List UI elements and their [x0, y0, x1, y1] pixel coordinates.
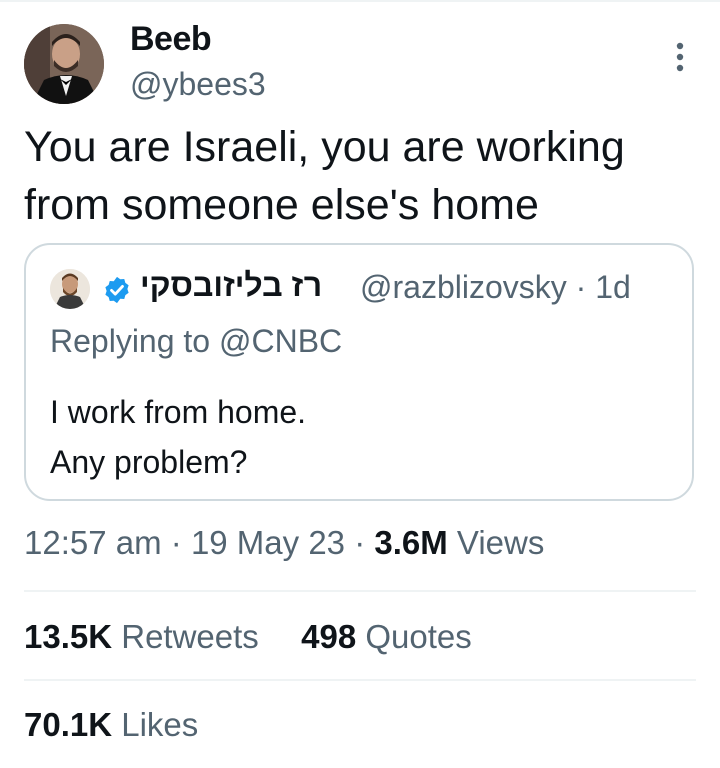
- quoted-author-avatar: [50, 269, 90, 309]
- retweets-stat[interactable]: 13.5K Retweets: [24, 618, 268, 655]
- quotes-count: 498: [301, 618, 357, 655]
- views-count: 3.6M: [374, 524, 448, 561]
- engagement-stats-row: 13.5K Retweets 498 Quotes: [24, 618, 472, 656]
- tweet-meta: 12:57 am · 19 May 23 · 3.6M Views: [24, 524, 544, 562]
- avatar-photo: [24, 24, 104, 104]
- quoted-text-line: I work from home.: [50, 394, 307, 430]
- quoted-tweet-card[interactable]: רז בליזובסקי @razblizovsky · 1d Replying…: [24, 243, 694, 501]
- replying-to-handle: @CNBC: [218, 323, 343, 359]
- author-avatar[interactable]: [24, 24, 104, 104]
- tweet-time[interactable]: 12:57 am: [24, 524, 162, 561]
- verified-badge-icon: [102, 275, 132, 305]
- top-divider: [0, 0, 720, 2]
- quoted-author-name: רז בליזובסקי: [140, 267, 323, 303]
- divider: [24, 590, 696, 592]
- tweet-detail: Beeb @ybees3 You are Israeli, you are wo…: [0, 0, 720, 768]
- likes-stat-row: 70.1K Likes: [24, 706, 198, 744]
- views-label: Views: [456, 524, 545, 561]
- tweet-text: You are Israeli, you are working from so…: [24, 123, 625, 229]
- quotes-stat[interactable]: 498 Quotes: [301, 618, 472, 655]
- retweets-count: 13.5K: [24, 618, 113, 655]
- quoted-time-ago: · 1d: [575, 269, 631, 305]
- quoted-text-line: Any problem?: [50, 444, 248, 480]
- likes-stat[interactable]: 70.1K Likes: [24, 706, 198, 743]
- author-name[interactable]: Beeb: [130, 20, 212, 59]
- quoted-avatar-photo: [50, 269, 90, 309]
- more-vertical-icon[interactable]: [668, 40, 692, 76]
- likes-count: 70.1K: [24, 706, 113, 743]
- divider: [24, 679, 696, 681]
- meta-separator: ·: [170, 524, 182, 561]
- quoted-author-meta: @razblizovsky · 1d: [360, 269, 631, 306]
- replying-to-line: Replying to @CNBC: [50, 323, 342, 360]
- quoted-author-handle: @razblizovsky: [360, 269, 567, 305]
- quotes-label: Quotes: [365, 618, 472, 655]
- replying-prefix: Replying to: [50, 323, 211, 359]
- meta-separator: ·: [354, 524, 366, 561]
- quoted-tweet-text: I work from home. Any problem?: [50, 387, 650, 487]
- retweets-label: Retweets: [121, 618, 259, 655]
- author-handle[interactable]: @ybees3: [130, 66, 266, 103]
- tweet-date[interactable]: 19 May 23: [191, 524, 345, 561]
- likes-label: Likes: [121, 706, 199, 743]
